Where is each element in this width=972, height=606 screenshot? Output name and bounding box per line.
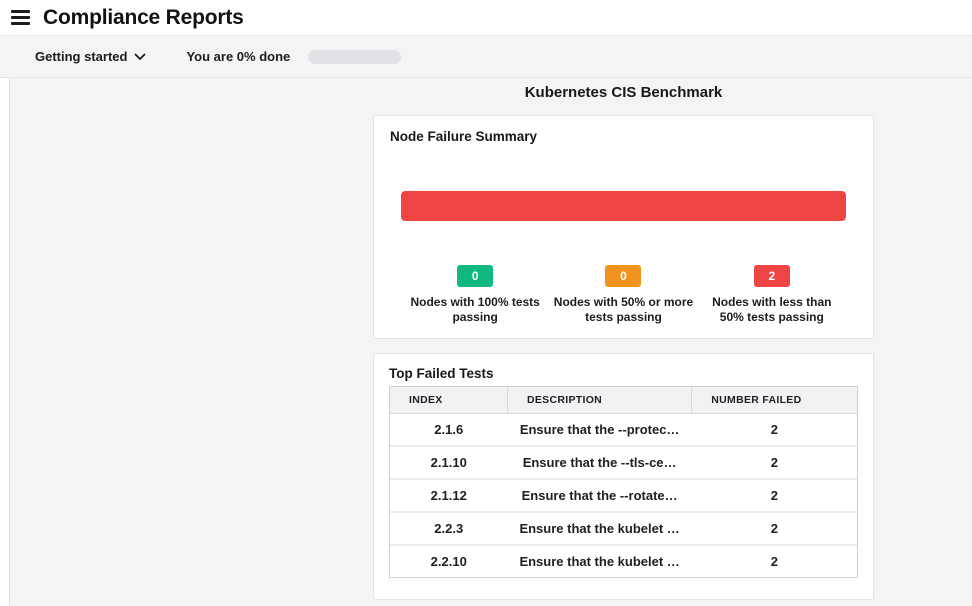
node-failure-summary-card: Node Failure Summary 0 Nodes with 100% t… (373, 115, 874, 339)
benchmark-title: Kubernetes CIS Benchmark (373, 84, 874, 101)
cell-description: Ensure that the kubelet … (507, 512, 691, 545)
stat-nodes-100-passing: 0 Nodes with 100% tests passing (401, 265, 549, 325)
cell-index: 2.1.6 (390, 414, 507, 447)
progress-bar (308, 50, 401, 64)
page-title: Compliance Reports (43, 6, 244, 30)
top-failed-tests-table: INDEX DESCRIPTION NUMBER FAILED 2.1.6 En… (389, 386, 858, 578)
column-header-index: INDEX (390, 387, 507, 414)
table-row[interactable]: 2.1.10 Ensure that the --tls-ce… 2 (390, 446, 857, 479)
table-row[interactable]: 2.1.12 Ensure that the --rotate… 2 (390, 479, 857, 512)
getting-started-bar: Getting started You are 0% done (0, 35, 972, 78)
app-header: Compliance Reports (0, 0, 972, 35)
node-failure-bar-failing-segment (401, 191, 846, 221)
progress-text: You are 0% done (186, 49, 290, 64)
table-row[interactable]: 2.2.10 Ensure that the kubelet … 2 (390, 545, 857, 577)
cell-description: Ensure that the --rotate… (507, 479, 691, 512)
main-panel: Kubernetes CIS Benchmark Node Failure Su… (10, 78, 972, 606)
stat-badge-orange: 0 (605, 265, 641, 287)
getting-started-dropdown[interactable]: Getting started (35, 49, 146, 64)
node-stats-row: 0 Nodes with 100% tests passing 0 Nodes … (401, 265, 846, 325)
table-row[interactable]: 2.1.6 Ensure that the --protec… 2 (390, 414, 857, 447)
cell-number-failed: 2 (692, 446, 857, 479)
content-area: Kubernetes CIS Benchmark Node Failure Su… (0, 78, 972, 606)
getting-started-label: Getting started (35, 49, 127, 64)
stat-badge-green: 0 (457, 265, 493, 287)
column-header-description: DESCRIPTION (507, 387, 691, 414)
chevron-down-icon (134, 53, 146, 61)
cell-description: Ensure that the kubelet … (507, 545, 691, 577)
cell-index: 2.1.12 (390, 479, 507, 512)
cell-number-failed: 2 (692, 479, 857, 512)
cell-index: 2.1.10 (390, 446, 507, 479)
left-gutter (0, 78, 10, 606)
stat-nodes-less-50-passing: 2 Nodes with less than 50% tests passing (698, 265, 846, 325)
stat-label: Nodes with 100% tests passing (403, 295, 548, 325)
top-failed-tests-card: Top Failed Tests INDEX DESCRIPTION NUMBE… (373, 353, 874, 600)
stat-label: Nodes with less than 50% tests passing (699, 295, 844, 325)
cell-index: 2.2.3 (390, 512, 507, 545)
stat-label: Nodes with 50% or more tests passing (551, 295, 696, 325)
cell-description: Ensure that the --tls-ce… (507, 446, 691, 479)
cell-description: Ensure that the --protec… (507, 414, 691, 447)
hamburger-menu-icon[interactable] (9, 8, 32, 27)
stat-badge-red: 2 (754, 265, 790, 287)
column-header-number-failed: NUMBER FAILED (692, 387, 857, 414)
cell-number-failed: 2 (692, 414, 857, 447)
table-row[interactable]: 2.2.3 Ensure that the kubelet … 2 (390, 512, 857, 545)
top-failed-tests-title: Top Failed Tests (389, 366, 858, 381)
cell-number-failed: 2 (692, 512, 857, 545)
cell-index: 2.2.10 (390, 545, 507, 577)
stat-nodes-50-or-more-passing: 0 Nodes with 50% or more tests passing (549, 265, 697, 325)
node-failure-bar-chart (401, 191, 846, 221)
table-header-row: INDEX DESCRIPTION NUMBER FAILED (390, 387, 857, 414)
cell-number-failed: 2 (692, 545, 857, 577)
node-failure-summary-title: Node Failure Summary (390, 129, 873, 144)
